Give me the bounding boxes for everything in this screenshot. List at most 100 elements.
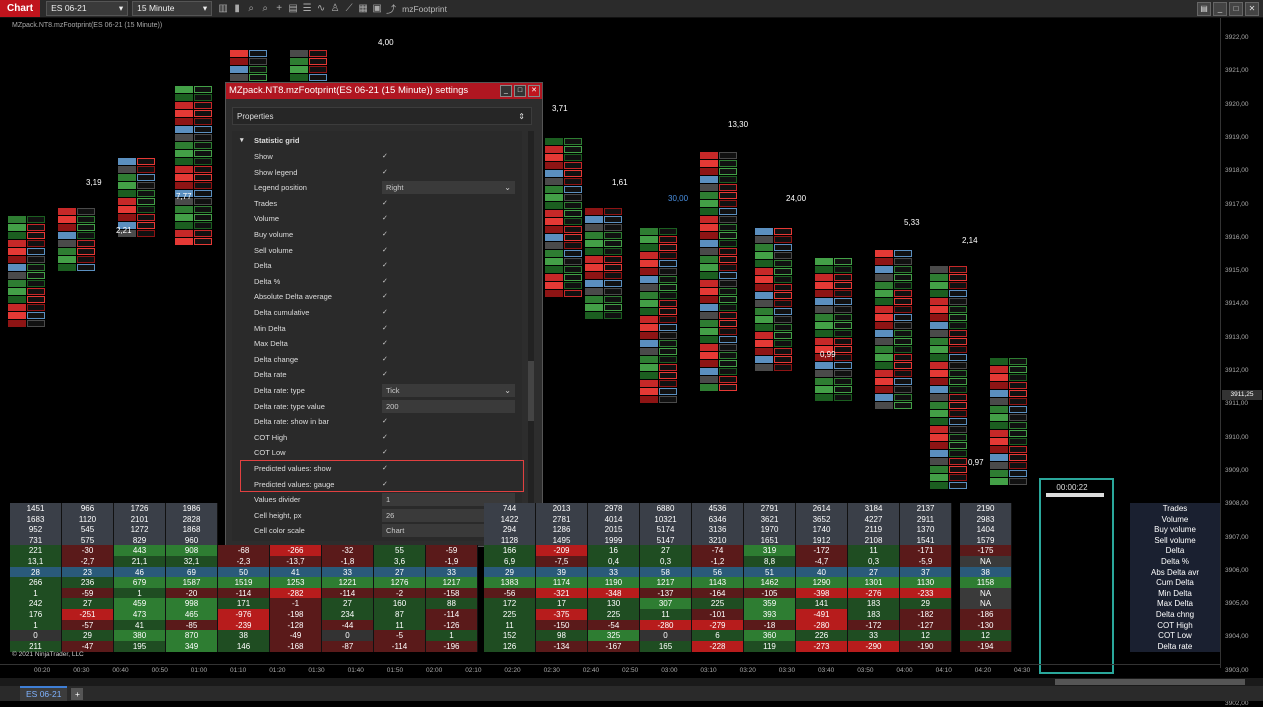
property-checkbox[interactable]: ✓ (382, 448, 388, 456)
maximize-icon[interactable]: □ (1229, 2, 1243, 16)
section-header-statistic-grid[interactable]: ▾ Statistic grid (232, 133, 522, 148)
dialog-title-bar[interactable]: MZpack.NT8.mzFootprint(ES 06-21 (15 Minu… (226, 83, 542, 99)
indicators-icon[interactable]: ∿ (314, 3, 328, 14)
property-checkbox[interactable]: ✓ (382, 277, 388, 285)
close-icon[interactable]: ✕ (1245, 2, 1259, 16)
property-checkbox[interactable]: ✓ (382, 152, 388, 160)
footprint-chart-area[interactable]: 3,19 2,21 7,77 4,00 3,71 1,61 30,00 13,30 24,00 0… (0, 18, 1220, 498)
chart-trader-icon[interactable]: ▣ (370, 3, 384, 14)
footprint-ask-cell (894, 306, 912, 313)
footprint-bid-cell (8, 288, 26, 295)
property-checkbox[interactable]: ✓ (382, 261, 388, 269)
footprint-bid-cell (545, 266, 563, 273)
property-checkbox[interactable]: ✓ (382, 433, 388, 441)
footprint-ask-cell (309, 50, 327, 57)
property-row[interactable]: Delta rate: show in bar ✓ (232, 414, 522, 429)
property-checkbox[interactable]: ✓ (382, 199, 388, 207)
property-input[interactable]: 200 (382, 399, 515, 413)
sort-icon[interactable]: ⇕ (518, 108, 525, 126)
property-checkbox[interactable]: ✓ (382, 230, 388, 238)
property-checkbox[interactable]: ✓ (382, 168, 388, 176)
stat-cell: -54 (588, 619, 640, 631)
property-label: COT Low (254, 448, 286, 458)
zoom-icon[interactable]: ⌕ (244, 3, 258, 14)
layout-icon[interactable]: ▤ (1197, 2, 1211, 16)
property-row[interactable]: Min Delta ✓ (232, 321, 522, 336)
copyright-text: © 2021 NinjaTrader, LLC (12, 651, 84, 658)
zoom-out-icon[interactable]: ⌕ (258, 3, 272, 14)
chart-title[interactable]: Chart (0, 0, 41, 17)
properties-scrollbar[interactable] (528, 131, 534, 541)
property-checkbox[interactable]: ✓ (382, 214, 388, 222)
property-row[interactable]: Show legend ✓ (232, 165, 522, 180)
scrollbar-thumb[interactable] (1055, 679, 1245, 685)
property-row[interactable]: Delta rate ✓ (232, 367, 522, 382)
price-tick: 3919,00 (1225, 133, 1249, 141)
bar-type-icon[interactable]: ▥ (216, 3, 230, 14)
share-icon[interactable]: ⤴ (384, 1, 398, 16)
property-row[interactable]: Delta cumulative ✓ (232, 305, 522, 320)
property-row[interactable]: Delta ✓ (232, 258, 522, 273)
footprint-ask-cell (719, 320, 737, 327)
stat-cell: 165 (640, 640, 692, 652)
tab-es-06-21[interactable]: ES 06-21 (20, 686, 68, 701)
footprint-bid-cell (930, 338, 948, 345)
property-checkbox[interactable]: ✓ (382, 339, 388, 347)
property-row[interactable]: Volume ✓ (232, 211, 522, 226)
interval-selector[interactable]: 15 Minute ▾ (132, 1, 213, 16)
properties-header[interactable]: Properties ⇕ (232, 107, 532, 125)
property-row[interactable]: Sell volume ✓ (232, 243, 522, 258)
property-checkbox[interactable]: ✓ (382, 246, 388, 254)
price-axis[interactable]: 3922,00 3921,00 3920,00 3919,00 3918,00 3917,… (1220, 18, 1263, 707)
footprint-ask-cell (774, 268, 792, 275)
data-box-icon[interactable]: ▦ (356, 3, 370, 14)
property-row[interactable]: Delta rate: type value 200 (232, 399, 522, 414)
property-row[interactable]: COT Low ✓ (232, 445, 522, 460)
property-checkbox[interactable]: ✓ (382, 292, 388, 300)
property-select[interactable]: Tick ⌄ (382, 384, 515, 397)
property-row[interactable]: Absolute Delta average ✓ (232, 289, 522, 304)
add-tab-button[interactable]: + (71, 687, 84, 700)
minimize-icon[interactable]: _ (1213, 2, 1227, 16)
property-checkbox[interactable]: ✓ (382, 417, 388, 425)
stat-cell: 0,4 (588, 556, 640, 567)
time-axis[interactable]: 00:20 00:30 00:40 00:50 01:00 01:10 01:20 01:30… (0, 664, 1220, 679)
property-row[interactable]: Delta rate: type Tick ⌄ (232, 383, 522, 398)
property-row[interactable]: Show ✓ (232, 149, 522, 164)
property-row[interactable]: Delta % ✓ (232, 274, 522, 289)
properties-icon[interactable]: ▤ (286, 3, 300, 14)
footprint-ask-cell (27, 264, 45, 271)
property-checkbox[interactable]: ✓ (382, 355, 388, 363)
scrollbar-thumb[interactable] (528, 361, 534, 421)
property-row[interactable]: Trades ✓ (232, 196, 522, 211)
templates-icon[interactable]: ☰ (300, 3, 314, 14)
horizontal-scrollbar[interactable] (0, 678, 1263, 686)
property-label: COT High (254, 432, 288, 442)
indicator-toolbar-label[interactable]: mzFootprint (402, 4, 447, 14)
property-row[interactable]: Buy volume ✓ (232, 227, 522, 242)
property-row[interactable]: Max Delta ✓ (232, 336, 522, 351)
footprint-ask-cell (27, 296, 45, 303)
stat-cell: -167 (588, 640, 640, 652)
instrument-selector[interactable]: ES 06-21 ▾ (46, 1, 129, 16)
chevron-down-icon[interactable]: ▾ (240, 136, 244, 144)
footprint-bid-cell (585, 312, 603, 319)
property-checkbox[interactable]: ✓ (382, 370, 388, 378)
footprint-ask-cell (949, 442, 967, 449)
minimize-icon[interactable]: _ (500, 85, 512, 97)
stat-cell: -57 (62, 619, 114, 631)
property-row[interactable]: Delta change ✓ (232, 352, 522, 367)
close-icon[interactable]: ✕ (528, 85, 540, 97)
crosshair-icon[interactable]: + (272, 3, 286, 14)
bars-icon[interactable]: ▮ (230, 3, 244, 14)
property-select[interactable]: Right ⌄ (382, 181, 515, 195)
property-row[interactable]: COT High ✓ (232, 430, 522, 445)
drawing-tools-icon[interactable]: ⟋ (342, 3, 356, 14)
footprint-bid-cell (230, 50, 248, 57)
stat-cell: -398 (796, 587, 848, 599)
strategies-icon[interactable]: ♙ (328, 3, 342, 14)
maximize-icon[interactable]: □ (514, 85, 526, 97)
property-row[interactable]: Legend position Right ⌄ (232, 180, 522, 195)
property-checkbox[interactable]: ✓ (382, 324, 388, 332)
property-checkbox[interactable]: ✓ (382, 308, 388, 316)
